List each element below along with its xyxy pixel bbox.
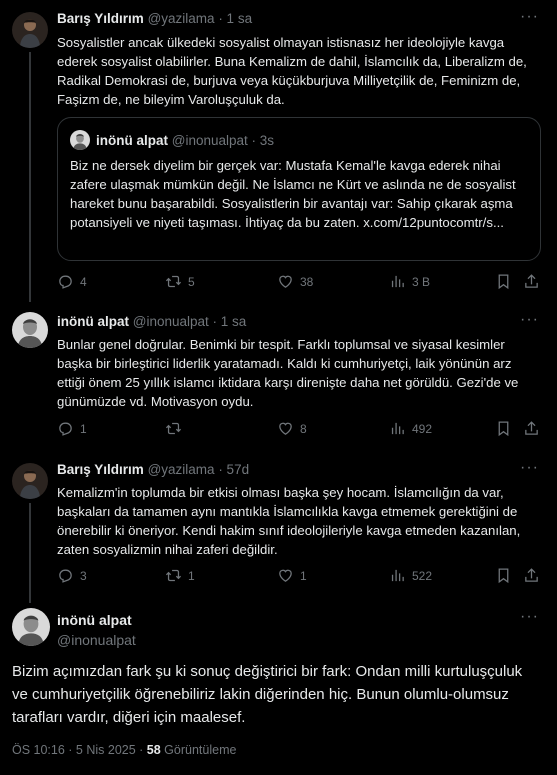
- reply-count: 3: [80, 568, 87, 583]
- views-button[interactable]: 492: [389, 420, 432, 437]
- quote-author-handle: @inonualpat: [171, 132, 248, 148]
- bookmark-button[interactable]: [495, 567, 518, 584]
- repost-button[interactable]: [165, 420, 188, 437]
- heart-icon: [277, 420, 294, 437]
- views-label: Görüntüleme: [160, 743, 237, 757]
- like-count: 1: [300, 568, 307, 583]
- more-icon[interactable]: ···: [520, 608, 539, 626]
- tweet-time[interactable]: · 57d: [218, 462, 249, 477]
- tweet-text: Kemalizm'in toplumda bir etkisi olması b…: [57, 485, 521, 557]
- more-icon[interactable]: ···: [520, 8, 539, 26]
- repost-count: 5: [188, 274, 195, 289]
- bookmark-icon: [495, 567, 512, 584]
- tweet-3[interactable]: Barış Yıldırım @yazilama · 57d ··· Kemal…: [0, 455, 557, 603]
- like-count: 8: [300, 421, 307, 436]
- views-count: 58: [146, 743, 161, 757]
- tweet-header: inönü alpat @inonualpat · 1 sa: [57, 314, 246, 329]
- repost-icon: [165, 567, 182, 584]
- share-icon: [523, 567, 540, 584]
- avatar[interactable]: [12, 463, 48, 499]
- action-bar: 3 1 1 522: [57, 567, 541, 587]
- tweet-text: Bunlar genel doğrular. Benimki bir tespi…: [57, 337, 519, 409]
- quote-text: Biz ne dersek diyelim bir gerçek var: Mu…: [70, 158, 516, 230]
- like-button[interactable]: 8: [277, 420, 307, 437]
- bookmark-icon: [495, 273, 512, 290]
- avatar: [70, 130, 90, 150]
- timestamp[interactable]: ÖS 10:16 · 5 Nis 2025 ·: [12, 743, 147, 757]
- like-count: 38: [300, 274, 314, 289]
- quote-header: inönü alpat @inonualpat · 3s: [70, 130, 274, 150]
- repost-button[interactable]: 1: [165, 567, 195, 584]
- more-icon[interactable]: ···: [520, 459, 539, 477]
- repost-count: 1: [188, 568, 195, 583]
- views-button[interactable]: 3 B: [389, 273, 430, 290]
- views-count: 522: [412, 568, 433, 583]
- reply-icon: [57, 567, 74, 584]
- views-icon: [389, 567, 406, 584]
- reply-icon: [57, 273, 74, 290]
- share-button[interactable]: [523, 567, 546, 584]
- reply-count: 1: [80, 421, 87, 436]
- bookmark-button[interactable]: [495, 273, 518, 290]
- reply-icon: [57, 420, 74, 437]
- avatar[interactable]: [12, 12, 48, 48]
- tweet-header: Barış Yıldırım @yazilama · 1 sa: [57, 11, 252, 26]
- author-name[interactable]: Barış Yıldırım: [57, 462, 144, 477]
- like-button[interactable]: 1: [277, 567, 307, 584]
- tweet-2[interactable]: inönü alpat @inonualpat · 1 sa ··· Bunla…: [0, 300, 557, 455]
- tweet-footer: ÖS 10:16 · 5 Nis 2025 · 58 Görüntüleme: [12, 743, 236, 757]
- main-tweet-text: Bizim açımızdan fark şu ki sonuç değişti…: [12, 663, 523, 726]
- author-handle[interactable]: @inonualpat: [133, 314, 209, 329]
- author-name[interactable]: Barış Yıldırım: [57, 11, 144, 26]
- views-count: 492: [412, 421, 433, 436]
- tweet-1[interactable]: Barış Yıldırım @yazilama · 1 sa ··· Sosy…: [0, 0, 557, 302]
- reply-button[interactable]: 3: [57, 567, 87, 584]
- quote-time: · 3s: [251, 132, 275, 148]
- views-button[interactable]: 522: [389, 567, 432, 584]
- tweet-text: Sosyalistler ancak ülkedeki sosyalist ol…: [57, 35, 527, 107]
- bookmark-icon: [495, 420, 512, 437]
- reply-button[interactable]: 4: [57, 273, 87, 290]
- author-handle[interactable]: @inonualpat: [57, 630, 136, 650]
- heart-icon: [277, 567, 294, 584]
- author-name[interactable]: inönü alpat: [57, 610, 136, 630]
- thread-line: [29, 52, 31, 302]
- author-handle[interactable]: @yazilama: [148, 462, 215, 477]
- action-bar: 1 8 492: [57, 420, 541, 440]
- tweet-time[interactable]: · 1 sa: [213, 314, 247, 329]
- thread-line: [29, 503, 31, 603]
- reply-count: 4: [80, 274, 87, 289]
- heart-icon: [277, 273, 294, 290]
- author-name[interactable]: inönü alpat: [57, 314, 129, 329]
- repost-icon: [165, 420, 182, 437]
- views-icon: [389, 420, 406, 437]
- author-handle[interactable]: @yazilama: [148, 11, 215, 26]
- repost-button[interactable]: 5: [165, 273, 195, 290]
- reply-button[interactable]: 1: [57, 420, 87, 437]
- tweet-header: Barış Yıldırım @yazilama · 57d: [57, 462, 249, 477]
- views-icon: [389, 273, 406, 290]
- views-count: 3 B: [412, 274, 431, 289]
- bookmark-button[interactable]: [495, 420, 518, 437]
- tweet-time[interactable]: · 1 sa: [218, 11, 252, 26]
- share-button[interactable]: [523, 420, 546, 437]
- main-tweet-header: inönü alpat @inonualpat: [57, 610, 136, 650]
- share-icon: [523, 420, 540, 437]
- quoted-tweet[interactable]: inönü alpat @inonualpat · 3s Biz ne ders…: [57, 117, 541, 261]
- more-icon[interactable]: ···: [520, 311, 539, 329]
- action-bar: 4 5 38 3 B: [57, 273, 541, 293]
- like-button[interactable]: 38: [277, 273, 313, 290]
- avatar[interactable]: [12, 312, 48, 348]
- share-button[interactable]: [523, 273, 546, 290]
- avatar[interactable]: [12, 608, 50, 646]
- share-icon: [523, 273, 540, 290]
- repost-icon: [165, 273, 182, 290]
- quote-author-name: inönü alpat: [96, 132, 168, 148]
